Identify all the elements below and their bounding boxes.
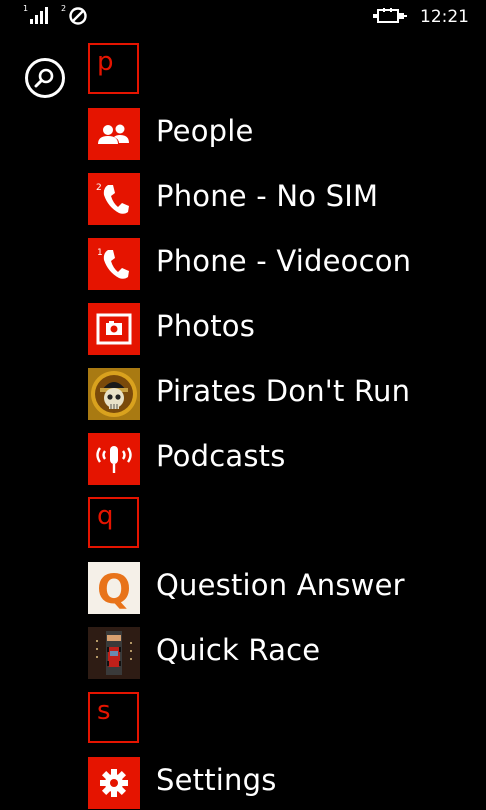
sim2-label: 2 <box>61 4 67 13</box>
group-letter: q <box>97 501 114 531</box>
search-icon <box>34 68 54 88</box>
app-item-pirates-dont-run[interactable]: Pirates Don't Run <box>88 368 486 420</box>
group-header-s[interactable]: s <box>88 692 139 743</box>
app-label: Phone - Videocon <box>156 244 412 278</box>
app-item-people[interactable]: People <box>88 108 486 160</box>
app-label: Settings <box>156 763 277 797</box>
app-label: Question Answer <box>156 568 405 602</box>
podcasts-icon <box>88 433 140 485</box>
photos-icon <box>88 303 140 355</box>
app-label: Podcasts <box>156 439 286 473</box>
pirate-skull-icon <box>88 368 140 420</box>
people-icon <box>88 108 140 160</box>
question-answer-icon: Q <box>88 562 140 614</box>
app-label: Pirates Don't Run <box>156 374 411 408</box>
clock-time: 12:21 <box>420 7 469 27</box>
app-label: Quick Race <box>156 633 321 667</box>
app-label: Phone - No SIM <box>156 179 379 213</box>
phone-sim1-icon: 1 <box>88 238 140 290</box>
app-item-photos[interactable]: Photos <box>88 303 486 355</box>
svg-text:Q: Q <box>97 567 131 613</box>
group-letter: s <box>97 696 111 726</box>
app-label: Photos <box>156 309 256 343</box>
battery-charging-icon <box>373 8 407 23</box>
group-letter: p <box>97 47 114 77</box>
status-bar: 1 2 12:21 <box>0 0 486 36</box>
app-item-settings[interactable]: Settings <box>88 757 486 809</box>
app-item-question-answer[interactable]: Q Question Answer <box>88 562 486 614</box>
app-item-podcasts[interactable]: Podcasts <box>88 433 486 485</box>
phone-sim2-icon: 2 <box>88 173 140 225</box>
svg-text:1: 1 <box>97 248 103 258</box>
app-item-phone-videocon[interactable]: 1 Phone - Videocon <box>88 238 486 290</box>
sim1-label: 1 <box>23 4 29 13</box>
app-label: People <box>156 114 254 148</box>
app-item-quick-race[interactable]: Quick Race <box>88 627 486 679</box>
gear-icon <box>88 757 140 809</box>
app-item-phone-no-sim[interactable]: 2 Phone - No SIM <box>88 173 486 225</box>
svg-text:2: 2 <box>96 183 102 193</box>
search-button[interactable] <box>25 58 65 98</box>
quick-race-icon <box>88 627 140 679</box>
group-header-p[interactable]: p <box>88 43 139 94</box>
group-header-q[interactable]: q <box>88 497 139 548</box>
